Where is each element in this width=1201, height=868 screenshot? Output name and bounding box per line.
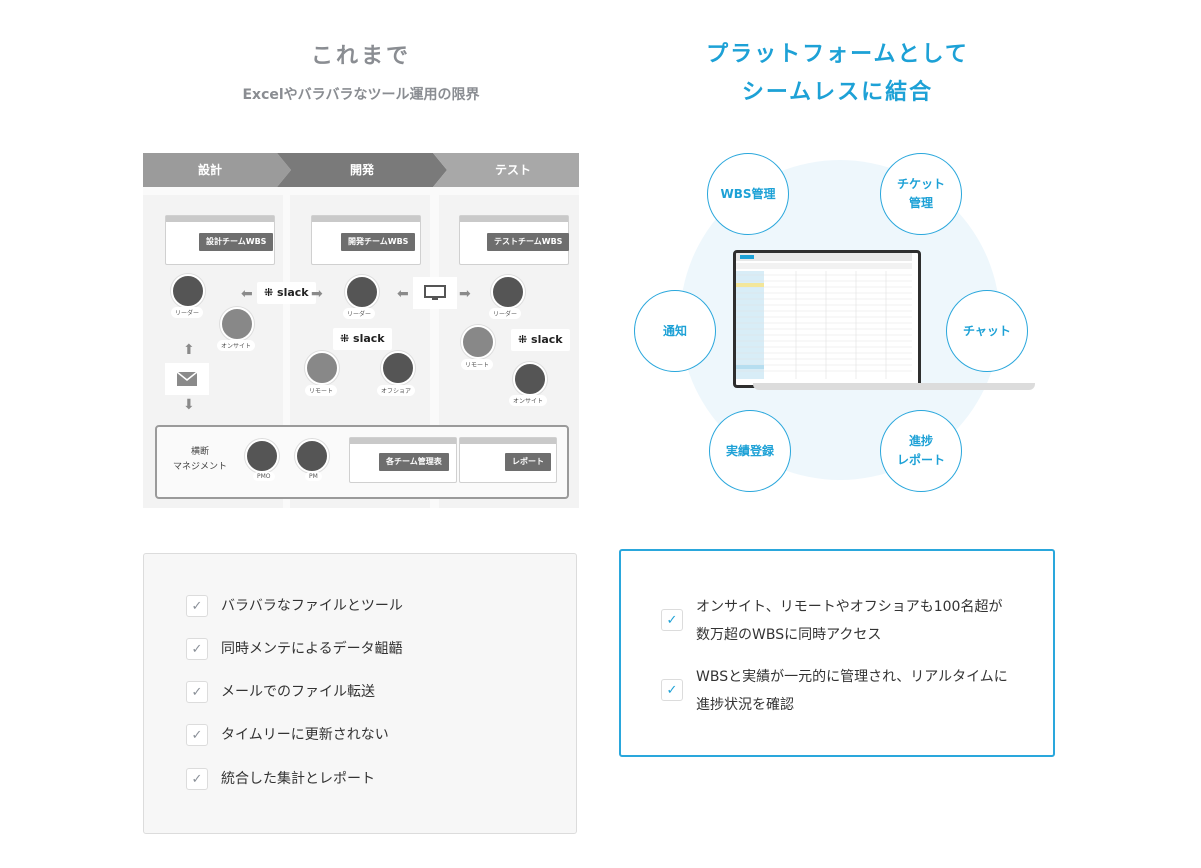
laptop-screen [733, 250, 921, 388]
phase-development: 開発 [349, 163, 374, 177]
list-item-text: オンサイト、リモートやオフショアも100名超が数万超のWBSに同時アクセス [696, 599, 1003, 643]
monitor-box [413, 277, 457, 309]
checkmark-icon: ✓ [661, 679, 683, 701]
bubble-progress-label: 進捗 レポート [896, 434, 945, 467]
arrow-icon: ➡ [459, 286, 471, 302]
list-item-text: メールでのファイル転送 [221, 684, 375, 700]
onsite-avatar [513, 362, 547, 396]
list-item-text: 同時メンテによるデータ齟齬 [221, 641, 403, 657]
list-item-text: WBSと実績が一元的に管理され、リアルタイムに進捗状況を確認 [696, 669, 1008, 713]
bubble-notify-label: 通知 [662, 323, 687, 338]
checkmark-icon: ✓ [186, 681, 208, 703]
slack-logo: ⁜ slack [257, 282, 316, 304]
bubble-actual-entry: 実績登録 [709, 410, 791, 492]
offshore-label: オフショア [377, 385, 416, 396]
arrow-icon: ➡ [311, 286, 323, 302]
arrow-up-icon: ⬆ [183, 342, 195, 358]
list-item: ✓ 同時メンテによるデータ齟齬 [186, 638, 403, 660]
offshore-avatar [381, 351, 415, 385]
onsite-avatar [220, 307, 254, 341]
pmo-label: PMO [253, 472, 275, 481]
checkmark-icon: ✓ [186, 724, 208, 746]
slack-label: slack [353, 332, 385, 345]
right-title-line2: シームレスに結合 [741, 80, 934, 105]
remote-label: リモート [461, 359, 494, 370]
checkmark-icon: ✓ [661, 609, 683, 631]
phase-test: テスト [494, 163, 531, 177]
onsite-label: オンサイト [217, 340, 256, 351]
bubble-actual-label: 実績登録 [725, 443, 774, 458]
report-tag: レポート [505, 453, 551, 471]
left-title: これまで [310, 44, 411, 69]
remote-label: リモート [305, 385, 338, 396]
slack-logo-icon: ⁜ [264, 286, 278, 299]
list-item: ✓ WBSと実績が一元的に管理され、リアルタイムに進捗状況を確認 [661, 663, 1021, 719]
checkmark-icon: ✓ [186, 638, 208, 660]
arrow-down-icon: ⬇ [183, 397, 195, 413]
laptop-base [753, 383, 1035, 390]
platform-benefits-box: ✓ オンサイト、リモートやオフショアも100名超が数万超のWBSに同時アクセス … [619, 549, 1055, 757]
management-label: 横断 マネジメント [173, 447, 228, 472]
mail-box [165, 363, 209, 395]
leader-avatar [171, 274, 205, 308]
arrow-icon: ⬅ [397, 286, 409, 302]
monitor-icon [424, 285, 446, 300]
dev-wbs-tag: 開発チームWBS [341, 233, 416, 251]
bubble-notification: 通知 [634, 290, 716, 372]
leader-label: リーダー [489, 308, 522, 319]
mail-icon [177, 372, 197, 386]
slack-label: slack [531, 333, 563, 346]
list-item: ✓ タイムリーに更新されない [186, 724, 389, 746]
bubble-wbs-label: WBS管理 [720, 186, 776, 201]
list-item-text: タイムリーに更新されない [221, 727, 389, 743]
leader-label: リーダー [343, 308, 376, 319]
pm-avatar [295, 439, 329, 473]
slack-logo-icon: ⁜ [340, 332, 354, 345]
list-item: ✓ バラバラなファイルとツール [186, 595, 403, 617]
slack-logo: ⁜ slack [511, 329, 570, 351]
pmo-avatar [245, 439, 279, 473]
laptop-illustration [733, 250, 1035, 392]
remote-avatar [305, 351, 339, 385]
team-table-tag: 各チーム管理表 [379, 453, 449, 471]
wbs-screenshot [736, 253, 912, 379]
right-title: プラットフォームとして シームレスに結合 [620, 36, 1055, 112]
bubble-ticket-label: チケット 管理 [896, 177, 945, 210]
pm-label: PM [305, 472, 322, 481]
left-subtitle: Excelやバラバラなツール運用の限界 [242, 87, 480, 103]
checkmark-icon: ✓ [186, 768, 208, 790]
design-wbs-tag: 設計チームWBS [199, 233, 274, 251]
right-title-line1: プラットフォームとして [706, 42, 969, 67]
list-item: ✓ オンサイト、リモートやオフショアも100名超が数万超のWBSに同時アクセス [661, 593, 1021, 649]
bubble-chat-label: チャット [963, 323, 1011, 338]
list-item: ✓ メールでのファイル転送 [186, 681, 375, 703]
bubble-ticket-management: チケット 管理 [880, 153, 962, 235]
phase-design: 設計 [197, 163, 222, 177]
bubble-chat: チャット [946, 290, 1028, 372]
checkmark-icon: ✓ [186, 595, 208, 617]
cross-management-box: 横断 マネジメント PMO PM 各チーム管理表 レポート [155, 425, 569, 499]
list-item-text: バラバラなファイルとツール [221, 598, 403, 614]
list-item: ✓ 統合した集計とレポート [186, 768, 375, 790]
arrow-icon: ⬅ [241, 286, 253, 302]
bubble-progress-report: 進捗 レポート [880, 410, 962, 492]
legacy-workflow-diagram: 設計 開発 テスト 設計チームWBS 開発チームWBS テストチームWBS リー… [143, 153, 579, 508]
legacy-issues-box: ✓ バラバラなファイルとツール ✓ 同時メンテによるデータ齟齬 ✓ メールでのフ… [143, 553, 577, 834]
slack-logo-icon: ⁜ [518, 333, 532, 346]
test-wbs-tag: テストチームWBS [487, 233, 570, 251]
list-item-text: 統合した集計とレポート [221, 771, 375, 787]
onsite-label: オンサイト [509, 395, 548, 406]
remote-avatar [461, 325, 495, 359]
leader-avatar [491, 275, 525, 309]
slack-logo: ⁜ slack [333, 328, 392, 350]
leader-label: リーダー [171, 307, 204, 318]
bubble-wbs-management: WBS管理 [707, 153, 789, 235]
slack-label: slack [277, 286, 309, 299]
leader-avatar [345, 275, 379, 309]
